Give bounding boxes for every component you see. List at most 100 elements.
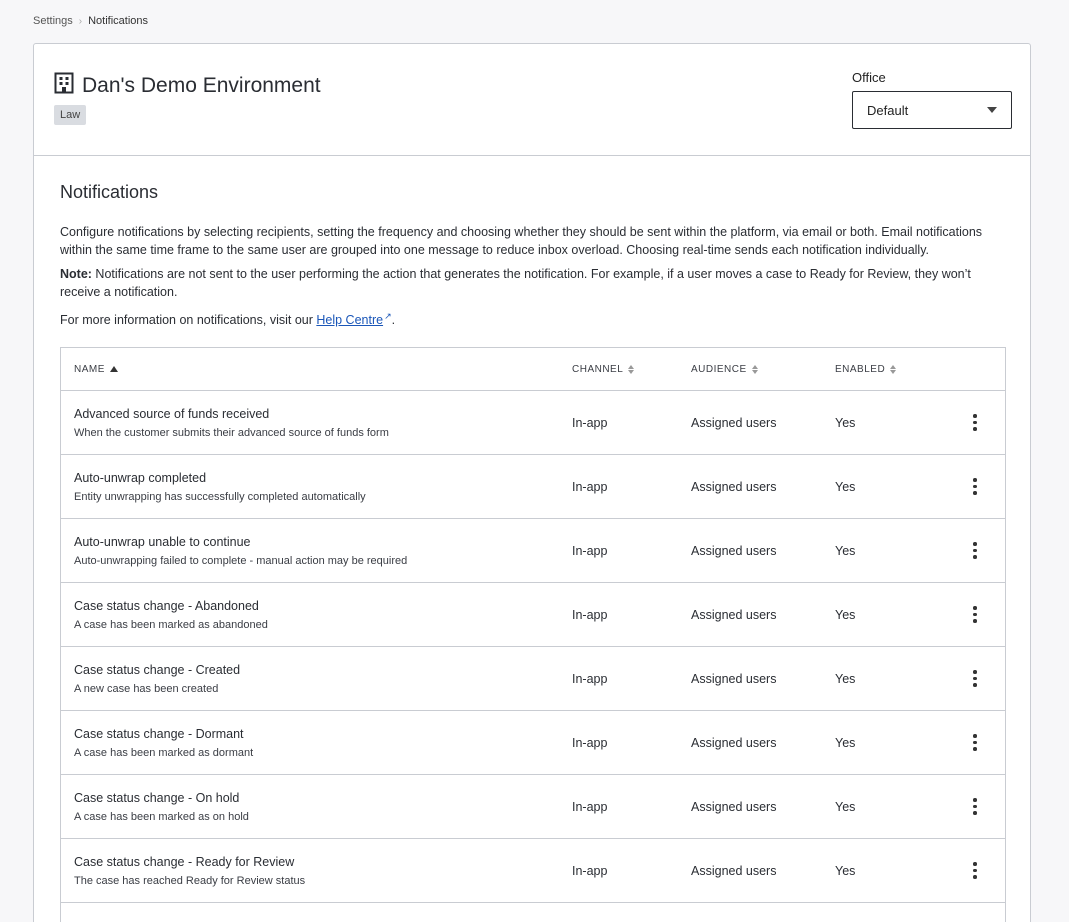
table-row[interactable]: Case status change - Ready for Review The… [61,839,1005,904]
notification-description: A case has been marked as dormant [74,746,254,759]
more-options-icon[interactable] [967,794,983,819]
channel-cell: In-app [572,671,608,686]
notification-name-cell: Auto-unwrap completed Entity unwrapping h… [61,471,572,503]
audience-cell: Assigned users [691,735,777,750]
external-link-icon: ↗ [384,311,392,321]
enabled-cell: Yes [835,735,856,750]
more-info-prefix: For more information on notifications, v… [60,313,317,328]
help-centre-link[interactable]: Help Centre [316,313,383,327]
environment-name: Dan's Demo Environment [82,73,321,97]
more-options-icon[interactable] [967,602,983,627]
audience-cell: Assigned users [691,799,777,814]
audience-cell: Assigned users [691,543,777,558]
channel-cell: In-app [572,479,608,494]
table-row[interactable]: Case status change - Created A new case h… [61,647,1005,712]
intro-text: Configure notifications by selecting rec… [60,225,983,257]
more-options-icon[interactable] [967,666,983,691]
column-header-enabled[interactable]: ENABLED [835,364,945,375]
row-actions-cell [945,858,1005,883]
notification-title: Case status change - Created [74,662,241,677]
channel-cell: In-app [572,607,608,622]
notification-name-cell: Case status change - Abandoned A case has… [61,599,572,631]
notification-title: Advanced source of funds received [74,406,270,421]
notification-description: Auto-unwrapping failed to complete - man… [74,554,408,567]
audience-cell: Assigned users [691,415,777,430]
channel-cell: In-app [572,735,608,750]
caret-down-icon [987,107,997,113]
notifications-section: Notifications Configure notifications by… [34,156,1030,922]
table-row[interactable]: Auto-unwrap unable to continue Auto-unwra… [61,519,1005,584]
row-actions-cell [945,666,1005,691]
notification-name-cell: Case status change - Ready for Review The… [61,855,572,887]
row-actions-cell [945,730,1005,755]
enabled-cell: Yes [835,415,856,430]
notification-name-cell: Case status change - Created A new case h… [61,663,572,695]
environment-title: Dan's Demo Environment [54,72,321,99]
notification-title: Case status change - On hold [74,790,240,805]
note-body: Notifications are not sent to the user p… [60,267,971,299]
office-selected-value: Default [867,102,909,118]
audience-cell: Assigned users [691,671,777,686]
notification-title: Case status change - Abandoned [74,598,259,613]
row-actions-cell [945,410,1005,435]
table-row[interactable]: Case status change - Completed [61,903,1005,922]
notification-description: The case has reached Ready for Review st… [74,874,306,887]
table-row[interactable]: Case status change - Abandoned A case has… [61,583,1005,648]
column-header-enabled-label: ENABLED [835,363,886,375]
column-header-channel-label: CHANNEL [572,363,624,375]
sort-ascending-icon [109,366,118,373]
notification-title: Case status change - Dormant [74,726,244,741]
notification-description: A case has been marked as on hold [74,810,249,823]
more-options-icon[interactable] [967,858,983,883]
breadcrumb-current: Notifications [88,15,149,27]
more-options-icon[interactable] [967,538,983,563]
notification-description: A new case has been created [74,682,219,695]
enabled-cell: Yes [835,607,856,622]
enabled-cell: Yes [835,671,856,686]
breadcrumb-separator: › [78,15,83,27]
breadcrumb: Settings › Notifications [33,15,148,27]
breadcrumb-settings-link[interactable]: Settings [33,15,73,27]
notification-title: Auto-unwrap unable to continue [74,534,251,549]
enabled-cell: Yes [835,543,856,558]
building-icon [54,72,74,99]
channel-cell: In-app [572,543,608,558]
enabled-cell: Yes [835,863,856,878]
notification-description: A case has been marked as abandoned [74,618,268,631]
column-header-channel[interactable]: CHANNEL [572,364,691,375]
office-select[interactable]: Default [852,91,1012,129]
table-row[interactable]: Advanced source of funds received When th… [61,391,1005,456]
audience-cell: Assigned users [691,863,777,878]
more-options-icon[interactable] [967,410,983,435]
more-info-text: For more information on notifications, v… [60,307,1004,329]
audience-cell: Assigned users [691,607,777,622]
sort-icon [890,364,897,374]
notification-description: Entity unwrapping has successfully compl… [74,490,366,503]
more-options-icon[interactable] [967,474,983,499]
row-actions-cell [945,538,1005,563]
notifications-table: NAME CHANNEL AUDIENCE ENABLED Advanced s… [60,347,1006,922]
column-header-name[interactable]: NAME [61,364,572,375]
table-row[interactable]: Case status change - On hold A case has b… [61,775,1005,840]
notification-name-cell: Case status change - On hold A case has b… [61,791,572,823]
audience-cell: Assigned users [691,479,777,494]
column-header-name-label: NAME [74,363,105,375]
note-label: Note: [60,267,92,281]
channel-cell: In-app [572,799,608,814]
table-header: NAME CHANNEL AUDIENCE ENABLED [61,348,1005,392]
table-row[interactable]: Case status change - Dormant A case has b… [61,711,1005,776]
office-label: Office [852,70,886,85]
table-row[interactable]: Auto-unwrap completed Entity unwrapping h… [61,455,1005,520]
notification-name-cell: Case status change - Dormant A case has b… [61,727,572,759]
notification-name-cell: Auto-unwrap unable to continue Auto-unwra… [61,535,572,567]
channel-cell: In-app [572,415,608,430]
channel-cell: In-app [572,863,608,878]
note-text: Note: Notifications are not sent to the … [60,265,1004,301]
enabled-cell: Yes [835,799,856,814]
column-header-audience[interactable]: AUDIENCE [691,364,835,375]
more-options-icon[interactable] [967,730,983,755]
sort-icon [628,364,635,374]
notification-name-cell: Advanced source of funds received When th… [61,407,572,439]
environment-tag: Law [54,105,87,125]
notification-title: Case status change - Ready for Review [74,854,295,869]
